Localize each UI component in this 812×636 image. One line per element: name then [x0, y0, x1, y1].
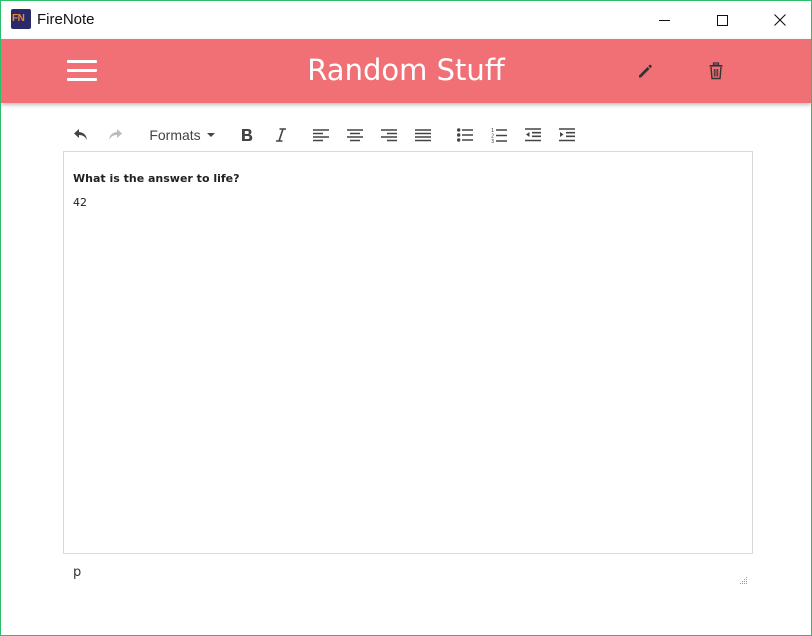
- indent-button[interactable]: [557, 123, 577, 147]
- formats-label: Formats: [149, 127, 201, 143]
- align-center-button[interactable]: [345, 123, 365, 147]
- outdent-button[interactable]: [523, 123, 543, 147]
- trash-icon: [709, 62, 723, 80]
- svg-text:3: 3: [491, 139, 494, 143]
- formats-dropdown[interactable]: Formats: [147, 123, 217, 147]
- close-icon: [774, 14, 786, 26]
- bold-icon: [242, 129, 253, 141]
- italic-icon: [276, 128, 286, 142]
- resize-handle-icon[interactable]: [739, 576, 748, 585]
- align-left-button[interactable]: [311, 123, 331, 147]
- caret-down-icon: [206, 133, 215, 137]
- bullet-list-icon: [457, 128, 473, 142]
- note-editor[interactable]: What is the answer to life? 42: [63, 151, 753, 554]
- italic-button[interactable]: [271, 123, 291, 147]
- indent-icon: [559, 128, 575, 142]
- bullet-list-button[interactable]: [455, 123, 475, 147]
- title-bar: FN FireNote: [1, 1, 811, 39]
- editor-statusbar: p: [63, 554, 753, 588]
- editor-question-text: What is the answer to life?: [73, 172, 240, 185]
- edit-button[interactable]: [633, 59, 657, 83]
- align-left-icon: [313, 128, 329, 141]
- firenote-app-icon: FN: [11, 9, 31, 29]
- align-center-icon: [347, 128, 363, 141]
- window-title: FireNote: [37, 11, 95, 28]
- element-path[interactable]: p: [73, 565, 81, 580]
- align-justify-button[interactable]: [413, 123, 433, 147]
- redo-button[interactable]: [105, 123, 125, 147]
- bold-button[interactable]: [237, 123, 257, 147]
- note-title: Random Stuff: [307, 53, 505, 87]
- undo-button[interactable]: [71, 123, 91, 147]
- redo-icon: [109, 129, 122, 140]
- numbered-list-button[interactable]: 123: [489, 123, 509, 147]
- maximize-icon: [716, 14, 728, 26]
- delete-button[interactable]: [704, 59, 728, 83]
- app-window: FN FireNote Random Stuff Formats 1 2 3 W…: [0, 0, 812, 636]
- close-button[interactable]: [757, 1, 803, 39]
- app-header: Random Stuff: [1, 39, 811, 103]
- minimize-button[interactable]: [641, 1, 687, 39]
- minimize-icon: [658, 19, 670, 21]
- editor-answer-text: 42: [73, 196, 87, 209]
- pencil-icon: [639, 64, 652, 78]
- undo-icon: [74, 129, 87, 140]
- outdent-icon: [525, 128, 541, 142]
- editor-toolbar: Formats 123: [63, 119, 753, 151]
- numbered-list-icon: 123: [491, 128, 507, 143]
- align-justify-icon: [415, 128, 431, 141]
- align-right-icon: [381, 128, 397, 141]
- maximize-button[interactable]: [699, 1, 745, 39]
- align-right-button[interactable]: [379, 123, 399, 147]
